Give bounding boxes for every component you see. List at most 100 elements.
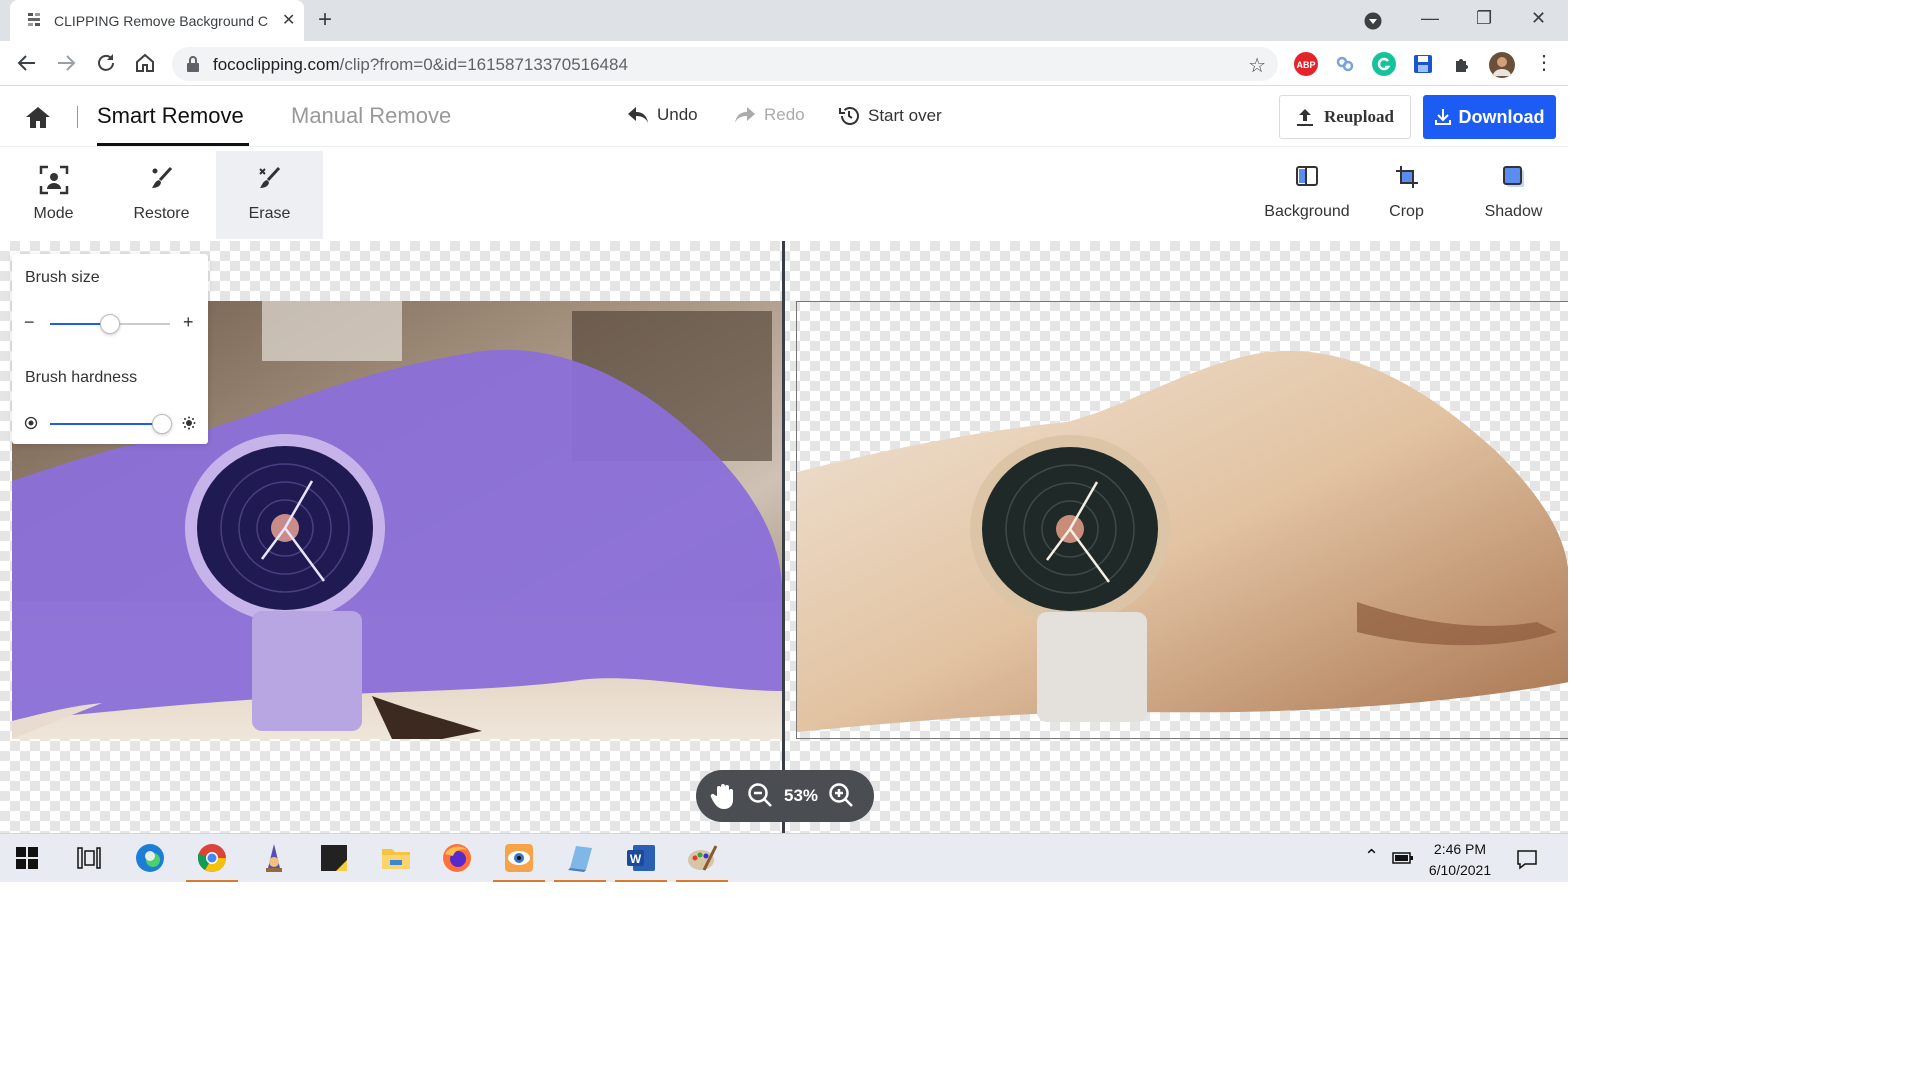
site-favicon-icon: [28, 13, 40, 26]
brush-size-handle[interactable]: [100, 314, 120, 334]
reload-icon[interactable]: [94, 51, 118, 75]
zoom-in-icon[interactable]: [828, 782, 854, 808]
tool-erase-label: Erase: [248, 205, 291, 222]
svg-text:ABP: ABP: [1296, 60, 1315, 70]
editor-canvas[interactable]: Brush size − + Brush hardness 53%: [0, 241, 1568, 833]
eye-app-icon[interactable]: [493, 842, 545, 882]
profile-avatar[interactable]: [1489, 52, 1515, 78]
reupload-button[interactable]: Reupload: [1279, 95, 1411, 139]
result-image[interactable]: [796, 301, 1568, 739]
windows-start-icon[interactable]: [16, 847, 38, 869]
compare-divider[interactable]: [782, 241, 785, 833]
url-field[interactable]: fococlipping.com/clip?from=0&id=16158713…: [172, 47, 1278, 81]
start-over-button[interactable]: Start over: [838, 105, 942, 127]
tab-smart-remove[interactable]: Smart Remove: [97, 103, 244, 129]
save-extension-icon[interactable]: [1411, 52, 1435, 76]
brush-size-decrease-icon[interactable]: −: [24, 312, 35, 333]
battery-icon[interactable]: [1392, 850, 1414, 866]
browser-menu-icon[interactable]: ⋮: [1534, 50, 1558, 74]
link-extension-icon[interactable]: [1333, 52, 1357, 76]
brush-hardness-fill: [50, 423, 162, 425]
wizard-app-icon[interactable]: [258, 842, 290, 874]
redo-icon: [735, 107, 755, 123]
upload-icon: [1297, 109, 1314, 126]
pan-hand-icon[interactable]: [710, 782, 736, 810]
crop-icon: [1395, 166, 1418, 188]
notepad-app-icon[interactable]: [554, 842, 606, 882]
tab-close-icon[interactable]: ✕: [282, 10, 295, 30]
edge-browser-icon[interactable]: [134, 842, 166, 874]
lock-icon: [187, 56, 199, 72]
os-taskbar: W ⌃ 2:46 PM 6/10/2021: [0, 833, 1568, 882]
show-hidden-icons-icon[interactable]: ⌃: [1364, 846, 1379, 867]
background-icon: [1296, 166, 1318, 186]
reupload-label: Reupload: [1324, 107, 1394, 126]
back-icon[interactable]: [15, 51, 39, 75]
brush-restore-icon: [151, 166, 172, 188]
forward-icon[interactable]: [54, 51, 78, 75]
brush-size-label: Brush size: [25, 269, 100, 286]
url-text: fococlipping.com/clip?from=0&id=16158713…: [213, 55, 628, 74]
start-over-label: Start over: [868, 106, 942, 125]
tool-background-label: Background: [1264, 203, 1350, 220]
home-icon[interactable]: [24, 105, 52, 129]
svg-text:W: W: [630, 852, 642, 866]
new-tab-icon[interactable]: +: [318, 6, 332, 34]
clock-time: 2:46 PM: [1433, 841, 1487, 857]
tool-crop[interactable]: Crop: [1353, 151, 1460, 239]
extensions-puzzle-icon[interactable]: [1451, 52, 1475, 76]
download-label: Download: [1458, 106, 1545, 127]
task-view-icon[interactable]: [77, 847, 101, 869]
file-explorer-icon[interactable]: [380, 842, 412, 874]
undo-button[interactable]: Undo: [627, 105, 698, 125]
chrome-taskbar-icon[interactable]: [186, 842, 238, 882]
tool-mode[interactable]: Mode: [0, 151, 107, 239]
notifications-icon[interactable]: [1516, 848, 1538, 870]
hardness-hard-icon[interactable]: [182, 416, 196, 430]
address-bar-row: fococlipping.com/clip?from=0&id=16158713…: [0, 41, 1568, 86]
clock-date: 6/10/2021: [1428, 862, 1492, 878]
tool-bar: Mode Restore Erase Background Crop Shado…: [0, 148, 1568, 241]
undo-label: Undo: [657, 105, 698, 124]
home-browser-icon[interactable]: [133, 51, 157, 75]
tab-manual-remove[interactable]: Manual Remove: [291, 103, 451, 129]
sticky-notes-icon[interactable]: [318, 842, 350, 874]
browser-tab-strip: CLIPPING Remove Background C ✕ + — ❐ ✕: [0, 0, 1568, 41]
close-window-icon[interactable]: ✕: [1531, 8, 1546, 29]
brush-erase-icon: [258, 166, 280, 188]
brush-hardness-handle[interactable]: [151, 414, 172, 434]
download-button[interactable]: Download: [1423, 95, 1556, 139]
tool-erase[interactable]: Erase: [216, 151, 323, 239]
brush-size-increase-icon[interactable]: +: [183, 312, 194, 333]
brush-hardness-label: Brush hardness: [25, 369, 138, 386]
restore-window-icon[interactable]: ❐: [1476, 8, 1492, 29]
word-app-icon[interactable]: W: [615, 842, 667, 882]
grammarly-extension-icon[interactable]: [1372, 52, 1396, 76]
tool-background[interactable]: Background: [1253, 151, 1361, 239]
header-divider: [77, 106, 78, 128]
system-clock[interactable]: 2:46 PM 6/10/2021: [1420, 839, 1500, 881]
hardness-soft-icon[interactable]: [24, 416, 38, 430]
user-frame-icon: [39, 165, 68, 195]
redo-button[interactable]: Redo: [734, 105, 805, 125]
browser-tab[interactable]: CLIPPING Remove Background C ✕: [10, 0, 304, 41]
tool-restore-label: Restore: [133, 205, 190, 222]
firefox-icon[interactable]: [441, 842, 473, 874]
paint-app-icon[interactable]: [676, 842, 728, 882]
shadow-icon: [1502, 166, 1524, 187]
profile-menu-icon[interactable]: [1364, 12, 1382, 30]
app-header: Smart Remove Manual Remove Undo Redo Sta…: [0, 87, 1568, 147]
active-tab-indicator: [97, 143, 249, 146]
undo-icon: [628, 107, 648, 123]
tool-shadow[interactable]: Shadow: [1460, 151, 1567, 239]
tool-shadow-label: Shadow: [1484, 203, 1543, 220]
download-icon: [1434, 109, 1451, 125]
brush-size-slider[interactable]: [50, 314, 170, 334]
bookmark-star-icon[interactable]: ☆: [1248, 53, 1266, 78]
brush-hardness-slider[interactable]: [50, 414, 172, 434]
zoom-out-icon[interactable]: [747, 782, 773, 808]
tool-restore[interactable]: Restore: [108, 151, 215, 239]
adblock-extension-icon[interactable]: ABP: [1294, 52, 1318, 76]
minimize-icon[interactable]: —: [1421, 8, 1439, 29]
tab-title: CLIPPING Remove Background C: [54, 13, 268, 29]
